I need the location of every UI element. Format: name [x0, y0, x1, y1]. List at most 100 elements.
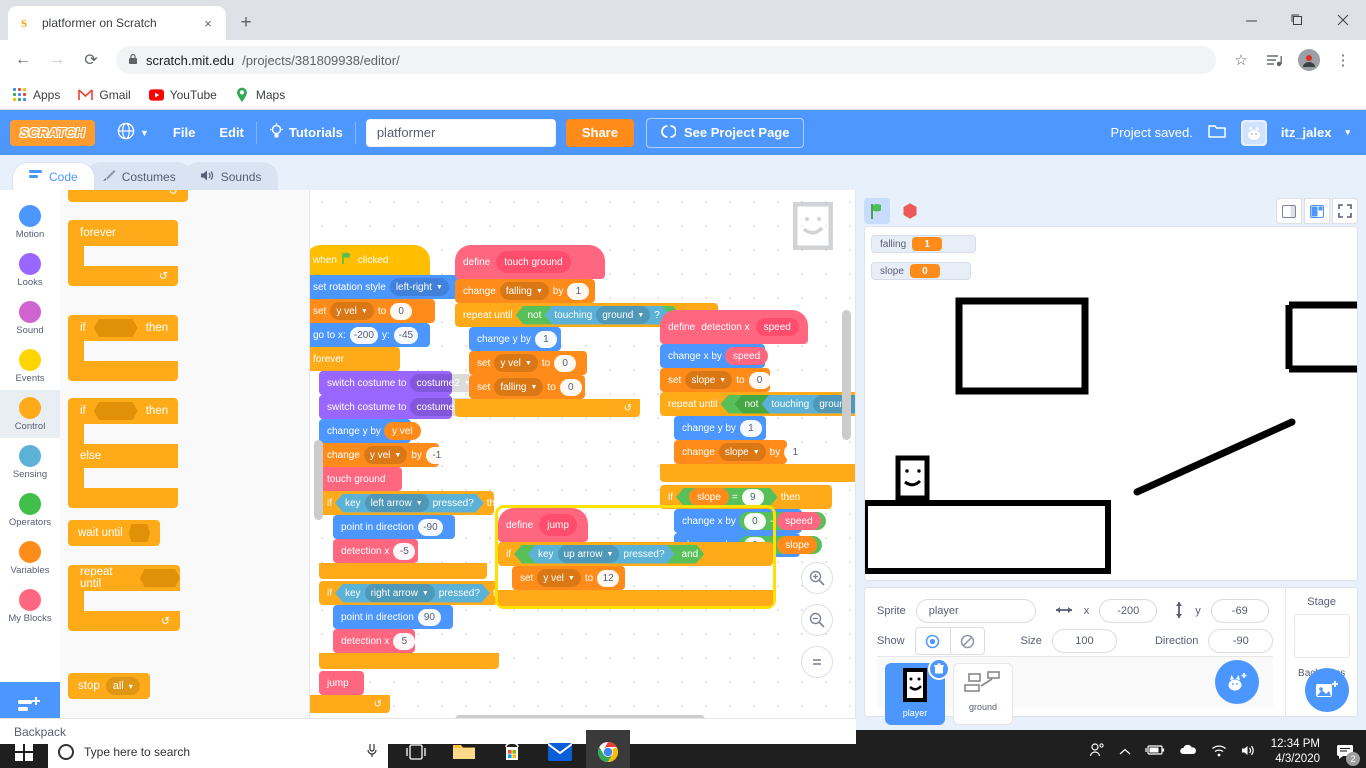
fullscreen-icon[interactable] [1332, 198, 1358, 224]
bookmark-star-icon[interactable]: ☆ [1226, 45, 1256, 75]
tab-costumes[interactable]: Costumes [84, 162, 193, 190]
block-not[interactable]: not touching ground▼ ? [734, 395, 856, 414]
block-key-pressed-right[interactable]: key right arrow ▼ pressed? [335, 584, 490, 603]
people-icon[interactable] [1089, 742, 1105, 761]
zoom-out-icon[interactable] [801, 604, 833, 636]
palette-block-if-then[interactable]: if then [68, 315, 178, 381]
block-change-y-by-yvel[interactable]: change y by y vel [319, 419, 421, 443]
close-window-icon[interactable] [1320, 0, 1366, 40]
sprite-name-input[interactable]: player [915, 599, 1036, 623]
bookmark-apps[interactable]: Apps [12, 87, 60, 102]
touching-dropdown[interactable]: ground▼ [596, 306, 650, 324]
minimize-icon[interactable] [1228, 0, 1274, 40]
chrome-menu-icon[interactable]: ⋮ [1328, 45, 1358, 75]
block-repeat-until-detection[interactable]: repeat until not touching ground▼ ? or [660, 392, 856, 416]
key-dropdown[interactable]: up arrow ▼ [558, 545, 620, 563]
folder-icon[interactable] [1207, 122, 1227, 143]
block-change-slope-by-1[interactable]: change slope ▼ by 1 [674, 440, 807, 464]
add-backdrop-button[interactable] [1305, 668, 1349, 712]
block-define-touch-ground[interactable]: define touch ground [455, 245, 605, 279]
variable-dropdown[interactable]: y vel ▼ [363, 446, 408, 464]
value-input[interactable]: 1 [739, 419, 762, 437]
block-palette[interactable]: ↺ forever ↺ if then if then else wait un… [60, 190, 310, 730]
block-if-right-arrow[interactable]: if key right arrow▼ pressed? then [319, 581, 512, 605]
block-call-detection-x-neg5[interactable]: detection x -5 [333, 539, 418, 563]
sidebar-item-variables[interactable]: Variables [0, 534, 60, 582]
tab-sounds[interactable]: Sounds [182, 162, 279, 190]
block-when-flag-clicked[interactable]: when clicked [310, 245, 430, 275]
param-reporter-speed[interactable]: speed [777, 512, 821, 530]
block-point-in-direction-90[interactable]: point in direction 90 [333, 605, 453, 629]
detection-x-arg[interactable]: -5 [393, 542, 416, 560]
microphone-icon[interactable] [366, 742, 378, 761]
palette-block-repeat-until[interactable]: repeat until ↺ [68, 565, 180, 631]
stop-option-dropdown[interactable]: all ▾ [105, 677, 140, 695]
block-switch-costume-1[interactable]: switch costume to costume1▼ [319, 395, 477, 419]
param-reporter-speed[interactable]: speed [724, 347, 769, 365]
file-explorer-icon[interactable] [442, 730, 486, 768]
taskbar-clock[interactable]: 12:34 PM 4/3/2020 [1271, 737, 1320, 766]
menu-edit[interactable]: Edit [207, 110, 256, 155]
sprite-thumb-ground[interactable]: ground [953, 663, 1013, 725]
profile-avatar[interactable] [1294, 45, 1324, 75]
block-switch-costume-2[interactable]: switch costume to costume2 ▼ [319, 371, 477, 395]
zoom-reset-icon[interactable] [801, 646, 833, 678]
variable-dropdown[interactable]: y vel ▼ [537, 569, 581, 587]
value-input[interactable]: 1 [567, 282, 590, 300]
block-change-yvel-by[interactable]: change y vel ▼ by -1 [319, 443, 448, 467]
bookmark-maps[interactable]: Maps [235, 87, 285, 102]
variable-reporter-slope[interactable]: slope [689, 488, 729, 506]
value-input[interactable]: 1 [784, 443, 807, 461]
variable-reporter-yvel[interactable]: y vel [383, 422, 421, 440]
block-forever[interactable]: forever [310, 347, 400, 371]
direction-input[interactable]: -90 [1208, 629, 1274, 653]
block-equals[interactable]: slope = 9 [676, 488, 778, 507]
boolean-slot[interactable] [128, 524, 150, 542]
palette-block-forever[interactable]: forever ↺ [68, 220, 178, 286]
browser-tab[interactable]: S platformer on Scratch × [8, 6, 226, 40]
canvas-vertical-scrollbar[interactable] [842, 310, 851, 440]
x-input[interactable]: -200 [1099, 599, 1158, 623]
zoom-in-icon[interactable] [801, 562, 833, 594]
stage[interactable]: falling 1 slope 0 [864, 226, 1358, 581]
block-not[interactable]: not touching ground▼ ? [515, 306, 680, 325]
close-icon[interactable]: × [200, 15, 216, 31]
block-change-falling-by-1[interactable]: change falling ▼ by 1 [455, 279, 595, 303]
y-input[interactable]: -69 [1210, 599, 1269, 623]
variable-dropdown[interactable]: falling ▼ [494, 378, 544, 396]
block-set-yvel-0[interactable]: set y vel ▼ to 0 [310, 299, 435, 323]
value-input[interactable]: 1 [534, 330, 557, 348]
onedrive-icon[interactable] [1179, 744, 1197, 759]
proc-param-speed[interactable]: speed [755, 318, 799, 336]
small-stage-icon[interactable] [1276, 198, 1302, 224]
block-if-slope-equals-9[interactable]: if slope = 9 then [660, 485, 832, 509]
language-menu[interactable]: ▼ [105, 110, 161, 155]
canvas-vertical-scrollbar-left[interactable] [314, 440, 323, 520]
menu-file[interactable]: File [161, 110, 207, 155]
add-sprite-button[interactable] [1215, 660, 1260, 704]
eye-icon[interactable] [916, 628, 950, 654]
block-call-touch-ground[interactable]: touch ground [319, 467, 402, 491]
green-flag-button[interactable] [864, 198, 890, 224]
variable-dropdown[interactable]: falling ▼ [499, 282, 549, 300]
direction-input[interactable]: -90 [417, 518, 443, 536]
new-tab-button[interactable]: + [232, 9, 260, 37]
boolean-slot[interactable] [93, 319, 138, 337]
block-set-slope-0[interactable]: set slope ▼ to 0 [660, 368, 771, 392]
palette-block-if-else[interactable]: if then else [68, 398, 178, 508]
sidebar-item-looks[interactable]: Looks [0, 246, 60, 294]
media-list-icon[interactable] [1260, 45, 1290, 75]
block-if-left-arrow[interactable]: if key left arrow ▼ pressed? then [319, 491, 506, 515]
key-dropdown[interactable]: right arrow ▼ [365, 584, 435, 602]
chevron-up-icon[interactable] [1119, 744, 1131, 759]
block-define-detection-x[interactable]: define detection x speed [660, 310, 808, 344]
bookmark-gmail[interactable]: Gmail [78, 87, 131, 102]
maximize-icon[interactable] [1274, 0, 1320, 40]
block-or[interactable]: not touching ground▼ ? or [720, 395, 856, 414]
direction-input[interactable]: 90 [417, 608, 441, 626]
value-input[interactable]: 12 [597, 569, 620, 587]
tab-code[interactable]: Code [12, 162, 95, 190]
block-key-pressed-left[interactable]: key left arrow ▼ pressed? [335, 494, 484, 513]
sidebar-item-operators[interactable]: Operators [0, 486, 60, 534]
username-label[interactable]: itz_jalex [1281, 125, 1332, 140]
